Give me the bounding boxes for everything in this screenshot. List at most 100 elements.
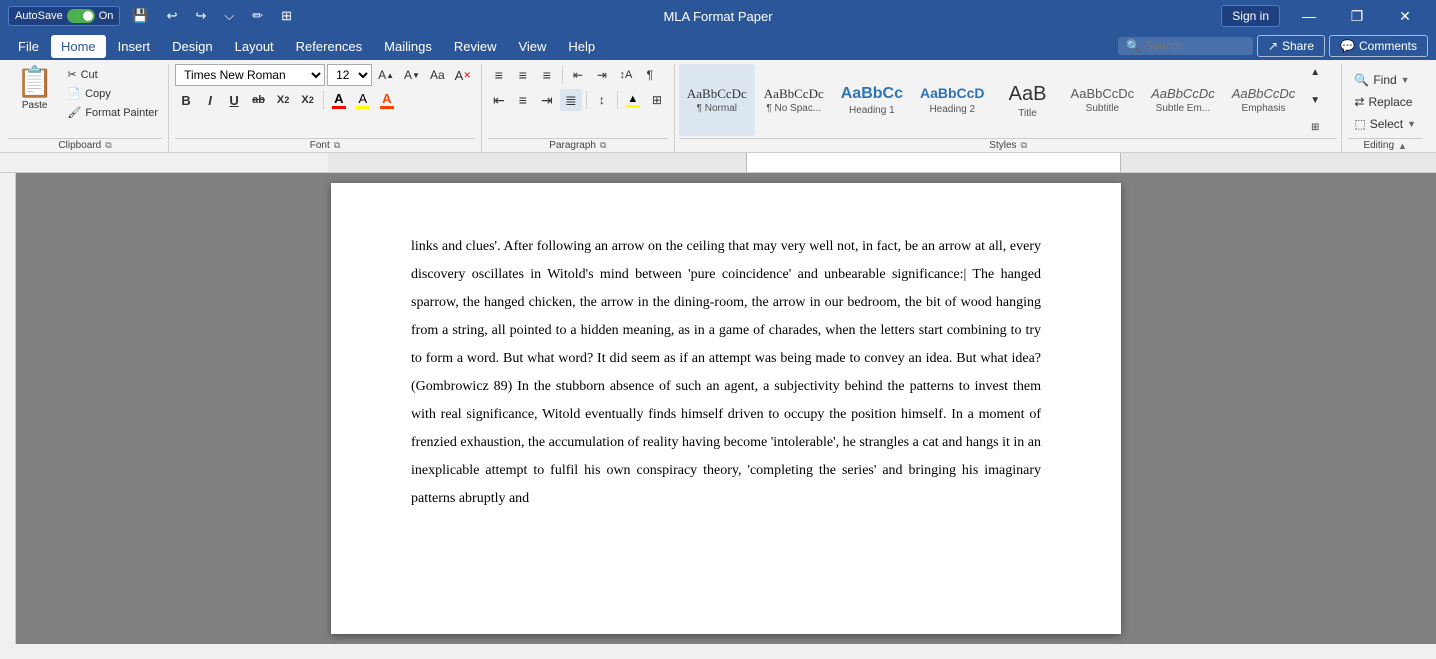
close-button[interactable]: ✕ xyxy=(1382,0,1428,32)
format-painter-button[interactable]: 🖌Format Painter xyxy=(63,104,162,121)
grow-font-button[interactable]: A▲ xyxy=(374,64,398,86)
menu-layout[interactable]: Layout xyxy=(225,35,284,58)
paragraph-group: ≡ ≡ ≡ ⇤ ⇥ ↕A ¶ ⇤ ≡ ⇥ ≣ ↕ ▲ xyxy=(482,64,675,152)
styles-expand-icon[interactable]: ⧉ xyxy=(1021,140,1027,151)
redo-button[interactable]: ↪ xyxy=(189,6,212,26)
clear-formatting-button[interactable]: A✕ xyxy=(451,64,475,86)
increase-indent-button[interactable]: ⇥ xyxy=(591,64,613,86)
text-color-button[interactable]: A xyxy=(328,89,350,111)
document-page[interactable]: links and clues'. After following an arr… xyxy=(331,183,1121,634)
shading-button[interactable]: ▲ xyxy=(622,89,644,111)
shrink-font-button[interactable]: A▼ xyxy=(400,64,424,86)
styles-scroll-up[interactable]: ▲ xyxy=(1307,66,1323,79)
layout-button[interactable]: ⊞ xyxy=(275,6,298,26)
paragraph-label: Paragraph ⧉ xyxy=(488,138,668,152)
align-left-button[interactable]: ⇤ xyxy=(488,89,510,111)
share-button[interactable]: ↗Share xyxy=(1257,35,1325,57)
numbering-button[interactable]: ≡ xyxy=(512,64,534,86)
align-center-button[interactable]: ≡ xyxy=(512,89,534,111)
minimize-button[interactable]: — xyxy=(1286,0,1332,32)
menu-insert[interactable]: Insert xyxy=(108,35,161,58)
comments-button[interactable]: 💬Comments xyxy=(1329,35,1428,57)
font-size-select[interactable]: 12 xyxy=(327,64,372,86)
document-title: MLA Format Paper xyxy=(663,9,772,24)
styles-label: Styles ⧉ xyxy=(679,138,1338,152)
undo-button[interactable]: ↩ xyxy=(161,6,184,26)
style-emphasis[interactable]: AaBbCcDc Emphasis xyxy=(1224,64,1304,136)
save-button[interactable]: 💾 xyxy=(126,6,154,26)
clipboard-label: Clipboard ⧉ xyxy=(8,138,162,152)
decrease-indent-button[interactable]: ⇤ xyxy=(567,64,589,86)
menu-design[interactable]: Design xyxy=(162,35,222,58)
change-case-button[interactable]: Aa xyxy=(426,64,449,86)
bullets-button[interactable]: ≡ xyxy=(488,64,510,86)
highlight-button[interactable]: A xyxy=(352,89,374,111)
title-bar-left: AutoSave On 💾 ↩ ↪ ⌵ ✏ ⊞ xyxy=(8,6,298,26)
menu-home[interactable]: Home xyxy=(51,35,106,58)
font-name-select[interactable]: Times New Roman xyxy=(175,64,325,86)
more-quick-access-button[interactable]: ⌵ xyxy=(218,6,240,26)
autosave-badge[interactable]: AutoSave On xyxy=(8,6,120,26)
select-button[interactable]: ⬚Select▼ xyxy=(1348,114,1422,134)
show-marks-button[interactable]: ¶ xyxy=(639,64,661,86)
copy-button[interactable]: 📄Copy xyxy=(63,85,162,102)
style-normal[interactable]: AaBbCcDc ¶ Normal xyxy=(679,64,755,136)
search-input[interactable] xyxy=(1145,39,1245,53)
restore-button[interactable]: ❐ xyxy=(1334,0,1380,32)
font-group: Times New Roman 12 A▲ A▼ Aa A✕ B I U ab … xyxy=(169,64,482,152)
style-heading2[interactable]: AaBbCcD Heading 2 xyxy=(912,64,993,136)
align-justify-button[interactable]: ≣ xyxy=(560,89,582,111)
superscript-button[interactable]: X2 xyxy=(296,89,318,111)
styles-list: AaBbCcDc ¶ Normal AaBbCcDc ¶ No Spac... … xyxy=(679,64,1303,136)
cut-button[interactable]: ✂Cut xyxy=(63,66,162,83)
subscript-button[interactable]: X2 xyxy=(272,89,294,111)
style-heading1[interactable]: AaBbCc Heading 1 xyxy=(833,64,911,136)
paragraph-expand-icon[interactable]: ⧉ xyxy=(600,140,606,151)
menu-view[interactable]: View xyxy=(508,35,556,58)
document-area: links and clues'. After following an arr… xyxy=(0,173,1436,644)
page-content[interactable]: links and clues'. After following an arr… xyxy=(411,233,1041,513)
replace-button[interactable]: ⇄Replace xyxy=(1348,92,1418,112)
autosave-toggle[interactable] xyxy=(67,9,95,23)
style-title[interactable]: AaB Title xyxy=(994,64,1062,136)
styles-scroll-down[interactable]: ▼ xyxy=(1307,94,1323,107)
align-right-button[interactable]: ⇥ xyxy=(536,89,558,111)
menu-help[interactable]: Help xyxy=(558,35,605,58)
ruler xyxy=(0,153,1436,173)
clipboard-expand-icon[interactable]: ⧉ xyxy=(105,140,111,151)
sign-in-button[interactable]: Sign in xyxy=(1221,5,1280,27)
font-expand-icon[interactable]: ⧉ xyxy=(334,140,340,151)
paste-button[interactable]: 📋 Paste xyxy=(8,64,61,115)
italic-button[interactable]: I xyxy=(199,89,221,111)
border-button[interactable]: ⊞ xyxy=(646,89,668,111)
title-bar-right: Sign in — ❐ ✕ xyxy=(1221,0,1428,32)
style-no-spacing[interactable]: AaBbCcDc ¶ No Spac... xyxy=(756,64,832,136)
sort-button[interactable]: ↕A xyxy=(615,64,637,86)
menu-review[interactable]: Review xyxy=(444,35,507,58)
styles-group: AaBbCcDc ¶ Normal AaBbCcDc ¶ No Spac... … xyxy=(675,64,1343,152)
find-button[interactable]: 🔍Find▼ xyxy=(1348,70,1415,90)
window-controls: — ❐ ✕ xyxy=(1286,0,1428,32)
font-color-button[interactable]: A xyxy=(376,89,398,111)
strikethrough-button[interactable]: ab xyxy=(247,89,270,111)
underline-button[interactable]: U xyxy=(223,89,245,111)
autosave-state: On xyxy=(99,10,114,22)
editing-collapse-icon[interactable]: ▲ xyxy=(1398,141,1407,151)
clipboard-right: ✂Cut 📄Copy 🖌Format Painter xyxy=(63,64,162,121)
editing-label: Editing ▲ xyxy=(1348,138,1422,152)
pen-button[interactable]: ✏ xyxy=(246,6,269,26)
menu-file[interactable]: File xyxy=(8,35,49,58)
line-spacing-button[interactable]: ↕ xyxy=(591,89,613,111)
ribbon: 📋 Paste ✂Cut 📄Copy 🖌Format Painter Clipb… xyxy=(0,60,1436,153)
menu-bar: File Home Insert Design Layout Reference… xyxy=(0,32,1436,60)
menu-mailings[interactable]: Mailings xyxy=(374,35,442,58)
vertical-ruler xyxy=(0,173,16,644)
document-scroll[interactable]: links and clues'. After following an arr… xyxy=(16,173,1436,644)
multilevel-button[interactable]: ≡ xyxy=(536,64,558,86)
style-subtle-em[interactable]: AaBbCcDc Subtle Em... xyxy=(1143,64,1223,136)
menu-references[interactable]: References xyxy=(286,35,372,58)
styles-expand[interactable]: ⊞ xyxy=(1307,121,1323,134)
bold-button[interactable]: B xyxy=(175,89,197,111)
style-subtitle[interactable]: AaBbCcDc Subtitle xyxy=(1063,64,1143,136)
paragraph-text: links and clues'. After following an arr… xyxy=(411,233,1041,513)
